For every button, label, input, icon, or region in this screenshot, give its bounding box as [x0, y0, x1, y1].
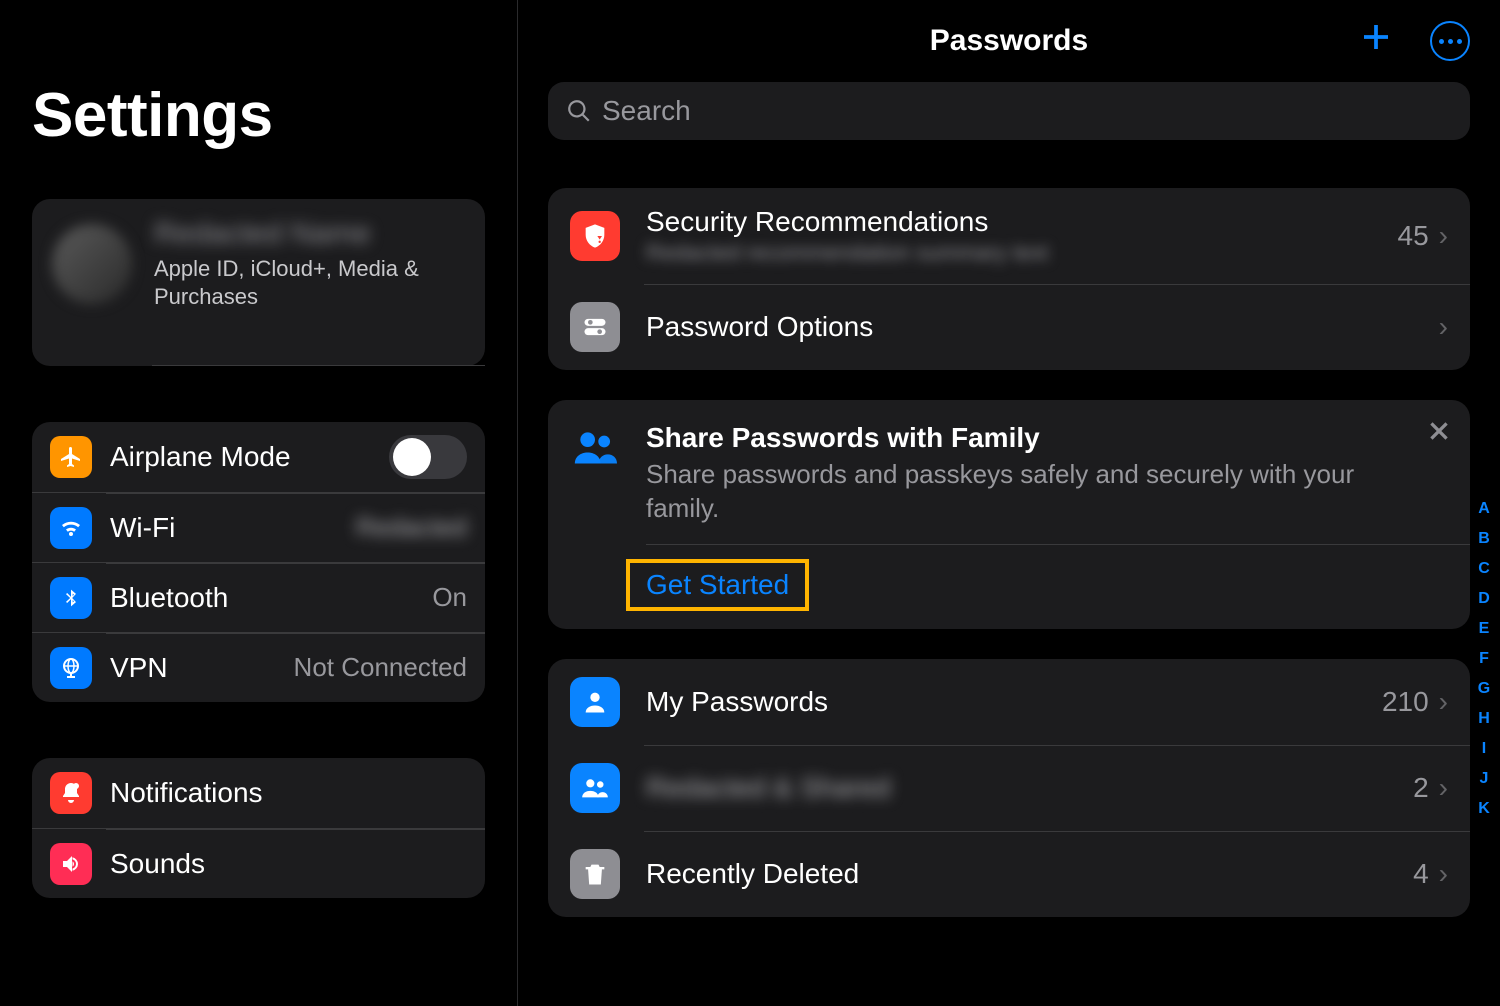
- alpha-index-letter[interactable]: B: [1474, 530, 1494, 548]
- sounds-icon: [50, 843, 92, 885]
- alpha-index-letter[interactable]: D: [1474, 590, 1494, 608]
- airplane-label: Airplane Mode: [110, 441, 389, 473]
- passwords-groups-section: My Passwords 210 › Redacted & Shared 2 ›…: [548, 659, 1470, 917]
- avatar: [52, 224, 132, 304]
- sounds-label: Sounds: [110, 848, 467, 880]
- recently-deleted-label: Recently Deleted: [646, 858, 1413, 890]
- alpha-index-letter[interactable]: F: [1474, 650, 1494, 668]
- sidebar-item-vpn[interactable]: VPN Not Connected: [32, 632, 485, 702]
- alpha-index[interactable]: ABCDEFGHIJK: [1474, 500, 1494, 818]
- sidebar-item-sounds[interactable]: Sounds: [32, 828, 485, 898]
- get-started-button[interactable]: Get Started: [646, 569, 789, 600]
- wifi-icon: [50, 507, 92, 549]
- get-started-highlight: Get Started: [626, 559, 809, 611]
- alpha-index-letter[interactable]: C: [1474, 560, 1494, 578]
- security-count: 45: [1398, 220, 1429, 252]
- trash-icon: [570, 849, 620, 899]
- shared-group-count: 2: [1413, 772, 1429, 804]
- alpha-index-letter[interactable]: H: [1474, 710, 1494, 728]
- close-button[interactable]: [1426, 418, 1452, 452]
- family-icon: [570, 422, 620, 472]
- my-passwords-label: My Passwords: [646, 686, 1382, 718]
- ellipsis-icon: [1439, 39, 1462, 44]
- people-icon: [570, 763, 620, 813]
- settings-title: Settings: [32, 80, 485, 151]
- alpha-index-letter[interactable]: E: [1474, 620, 1494, 638]
- shield-alert-icon: [570, 211, 620, 261]
- row-recently-deleted[interactable]: Recently Deleted 4 ›: [548, 831, 1470, 917]
- more-button[interactable]: [1430, 21, 1470, 61]
- security-section: Security Recommendations Redacted recomm…: [548, 188, 1470, 370]
- search-input[interactable]: [602, 95, 1452, 127]
- toggles-icon: [570, 302, 620, 352]
- security-label: Security Recommendations: [646, 206, 1398, 238]
- alpha-index-letter[interactable]: I: [1474, 740, 1494, 758]
- sidebar-item-bluetooth[interactable]: Bluetooth On: [32, 562, 485, 632]
- search-icon: [566, 98, 592, 124]
- alpha-index-letter[interactable]: J: [1474, 770, 1494, 788]
- alpha-index-letter[interactable]: G: [1474, 680, 1494, 698]
- share-family-promo: Share Passwords with Family Share passwo…: [548, 400, 1470, 629]
- sidebar-item-airplane[interactable]: Airplane Mode: [32, 422, 485, 492]
- vpn-label: VPN: [110, 652, 294, 684]
- detail-pane: Passwords Security Recommendatio: [518, 0, 1500, 1006]
- sidebar-item-wifi[interactable]: Wi-Fi Redacted: [32, 492, 485, 562]
- airplane-toggle[interactable]: [389, 435, 467, 479]
- detail-header: Passwords: [548, 0, 1470, 82]
- options-label: Password Options: [646, 311, 1439, 343]
- airplane-icon: [50, 436, 92, 478]
- row-security-recommendations[interactable]: Security Recommendations Redacted recomm…: [548, 188, 1470, 284]
- alpha-index-letter[interactable]: A: [1474, 500, 1494, 518]
- vpn-icon: [50, 647, 92, 689]
- chevron-right-icon: ›: [1439, 220, 1448, 252]
- notifications-label: Notifications: [110, 777, 467, 809]
- notifications-icon: [50, 772, 92, 814]
- chevron-right-icon: ›: [1439, 858, 1448, 890]
- person-icon: [570, 677, 620, 727]
- shared-group-label: Redacted & Shared: [646, 772, 1413, 804]
- add-button[interactable]: [1358, 19, 1394, 63]
- alerts-group: Notifications Sounds: [32, 758, 485, 898]
- recently-deleted-count: 4: [1413, 858, 1429, 890]
- wifi-value: Redacted: [356, 512, 467, 543]
- row-shared-group[interactable]: Redacted & Shared 2 ›: [548, 745, 1470, 831]
- chevron-right-icon: ›: [1439, 311, 1448, 343]
- row-my-passwords[interactable]: My Passwords 210 ›: [548, 659, 1470, 745]
- security-subtitle: Redacted recommendation summary text: [646, 240, 1398, 266]
- bluetooth-label: Bluetooth: [110, 582, 432, 614]
- sidebar-item-notifications[interactable]: Notifications: [32, 758, 485, 828]
- detail-title: Passwords: [930, 24, 1088, 58]
- chevron-right-icon: ›: [1439, 772, 1448, 804]
- vpn-value: Not Connected: [294, 652, 467, 683]
- bluetooth-icon: [50, 577, 92, 619]
- wifi-label: Wi-Fi: [110, 512, 356, 544]
- alpha-index-letter[interactable]: K: [1474, 800, 1494, 818]
- my-passwords-count: 210: [1382, 686, 1429, 718]
- search-bar[interactable]: [548, 82, 1470, 140]
- chevron-right-icon: ›: [1439, 686, 1448, 718]
- profile-name: Redacted Name: [154, 217, 465, 251]
- promo-title: Share Passwords with Family: [646, 422, 1416, 454]
- settings-sidebar: Settings Redacted Name Apple ID, iCloud+…: [0, 0, 518, 1006]
- bluetooth-value: On: [432, 582, 467, 613]
- profile-card[interactable]: Redacted Name Apple ID, iCloud+, Media &…: [32, 199, 485, 366]
- row-password-options[interactable]: Password Options ›: [548, 284, 1470, 370]
- promo-description: Share passwords and passkeys safely and …: [646, 458, 1416, 526]
- profile-subtitle: Apple ID, iCloud+, Media & Purchases: [154, 255, 465, 310]
- connectivity-group: Airplane Mode Wi-Fi Redacted Bluetooth O…: [32, 422, 485, 702]
